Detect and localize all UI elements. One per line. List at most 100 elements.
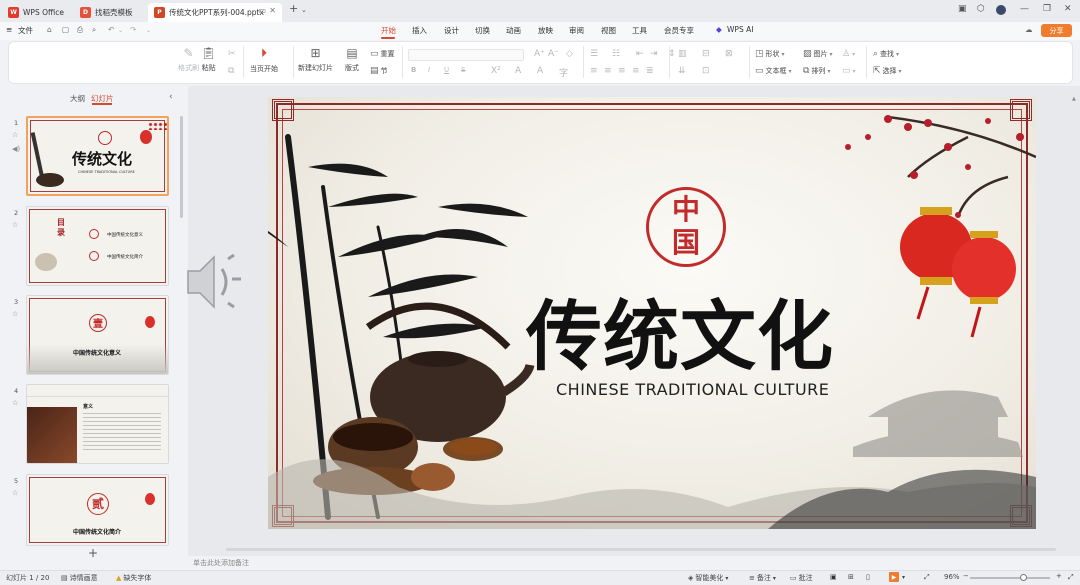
copy-icon[interactable]: ⧉ xyxy=(228,66,234,76)
reading-view-icon[interactable]: ▯ xyxy=(866,573,870,581)
redo-icon[interactable]: ↷ xyxy=(130,25,136,34)
outdent-icon[interactable]: ⇥ xyxy=(650,49,658,59)
slide-title[interactable]: 传统文化 xyxy=(526,275,866,385)
comments-toggle[interactable]: ▭ 批注 xyxy=(790,573,813,583)
star-icon[interactable]: ☆ xyxy=(12,221,18,229)
slide-thumbnail-3[interactable]: 壹 中国传统文化意义 xyxy=(26,295,169,375)
zoom-in-icon[interactable]: + xyxy=(1056,572,1062,580)
fill-icon[interactable]: ♙ ▾ xyxy=(842,49,855,59)
tab-outline[interactable]: 大纲 xyxy=(70,93,85,104)
tab-insert[interactable]: 插入 xyxy=(412,25,427,36)
share-button[interactable]: 分享 xyxy=(1041,24,1072,37)
indent-icon[interactable]: ⇤ xyxy=(636,49,644,59)
undo-dropdown-icon[interactable]: ⌄ xyxy=(118,27,123,34)
play-from-current-button[interactable]: ⏵ 当页开始 xyxy=(250,46,278,74)
format-painter-button[interactable]: ✎ 格式刷 xyxy=(178,46,199,73)
zoom-slider[interactable] xyxy=(970,577,1050,579)
slide-thumbnail-5[interactable]: 贰 中国传统文化简介 xyxy=(26,474,169,546)
quick-access-more-icon[interactable]: ⌄ xyxy=(146,27,151,34)
tab-member[interactable]: 会员专享 xyxy=(664,25,694,36)
window-layout-icon[interactable]: ▣ xyxy=(958,4,967,14)
new-tab-plus-icon[interactable]: + xyxy=(289,2,298,15)
star-icon[interactable]: ☆ xyxy=(12,131,18,139)
panel-scrollbar[interactable] xyxy=(180,116,183,218)
highlight-icon[interactable]: A xyxy=(537,66,543,76)
fullscreen-icon[interactable]: ⤢ xyxy=(1068,573,1074,582)
zoom-slider-handle[interactable] xyxy=(1020,574,1027,581)
cut-icon[interactable]: ✂ xyxy=(228,49,236,59)
hamburger-menu-icon[interactable]: ≡ xyxy=(6,25,12,34)
star-icon[interactable]: ☆ xyxy=(12,310,18,318)
undo-icon[interactable]: ↶ xyxy=(108,25,114,34)
open-folder-icon[interactable]: ▢ xyxy=(62,25,69,34)
slide-thumbnail-4[interactable]: 意义 xyxy=(26,384,169,464)
tab-animations[interactable]: 动画 xyxy=(506,25,521,36)
text-direction-icon[interactable]: ⇊ xyxy=(678,66,686,76)
columns-icon[interactable]: ▥ xyxy=(678,49,687,59)
find-button[interactable]: ⌕ 查找 ▾ xyxy=(873,49,899,59)
slideshow-play-icon[interactable]: ▶ xyxy=(889,572,899,582)
text-fit-icon[interactable]: ⊡ xyxy=(702,66,710,76)
slideshow-dropdown-icon[interactable]: ▾ xyxy=(902,574,905,581)
tab-list-chevron-icon[interactable]: ⌄ xyxy=(301,6,307,14)
underline-button[interactable]: U xyxy=(444,66,449,74)
font-family-select[interactable] xyxy=(408,49,524,61)
print-preview-icon[interactable]: ⌕ xyxy=(92,25,96,35)
normal-view-icon[interactable]: ▣ xyxy=(830,573,837,581)
close-tab-icon[interactable]: ✕ xyxy=(269,6,276,15)
character-spacing-icon[interactable]: 字 xyxy=(559,66,568,79)
convert-smartart-icon[interactable]: ⊠ xyxy=(725,49,733,59)
restore-window-icon[interactable]: ❐ xyxy=(1043,4,1051,14)
bullets-icon[interactable]: ☰ xyxy=(590,49,598,59)
font-shrink-icon[interactable]: A⁻ xyxy=(548,49,559,59)
close-window-icon[interactable]: ✕ xyxy=(1064,4,1072,14)
tab-design[interactable]: 设计 xyxy=(444,25,459,36)
arrange-button[interactable]: ⧉ 排列 ▾ xyxy=(803,66,830,76)
fit-slide-icon[interactable]: ⤢ xyxy=(924,573,930,582)
minimize-tab-icon[interactable]: ▭ xyxy=(258,6,266,15)
tab-wps-ai[interactable]: WPS AI xyxy=(727,25,753,34)
strikethrough-button[interactable]: S xyxy=(461,66,465,74)
tab-transitions[interactable]: 切换 xyxy=(475,25,490,36)
text-align-vertical-icon[interactable]: ⊟ xyxy=(702,49,710,59)
star-icon[interactable]: ☆ xyxy=(12,489,18,497)
print-icon[interactable]: ⎙ xyxy=(77,25,83,35)
add-slide-plus-icon[interactable]: + xyxy=(88,546,98,560)
collapse-panel-icon[interactable]: ‹ xyxy=(169,92,173,102)
font-color-icon[interactable]: A xyxy=(515,66,521,76)
new-slide-button[interactable]: ⊞ 新建幻灯片 xyxy=(298,46,333,73)
slide-thumbnail-1[interactable]: 传统文化 CHINESE TRADITIONAL CULTURE xyxy=(26,116,169,196)
speaker-audio-icon[interactable] xyxy=(186,249,246,315)
paste-button[interactable]: 📋︎ 粘贴 xyxy=(201,46,216,73)
slide-subtitle[interactable]: CHINESE TRADITIONAL CULTURE xyxy=(556,380,829,399)
zoom-level[interactable]: 96% xyxy=(944,573,960,581)
layout-button[interactable]: ▤ 版式 xyxy=(345,46,359,73)
picture-button[interactable]: ▨ 图片 ▾ xyxy=(803,49,833,59)
scroll-up-icon[interactable]: ▲ xyxy=(1072,96,1076,102)
tab-slideshow[interactable]: 放映 xyxy=(538,25,553,36)
bold-button[interactable]: B xyxy=(411,66,416,74)
distributed-icon[interactable]: ≣ xyxy=(646,66,654,76)
user-avatar[interactable] xyxy=(996,5,1006,15)
justify-icon[interactable]: ≡ xyxy=(632,66,640,76)
canvas-horizontal-scrollbar[interactable] xyxy=(226,548,1056,551)
tab-view[interactable]: 视图 xyxy=(601,25,616,36)
theme-button[interactable]: ▤ 诗情画意 xyxy=(61,573,98,583)
slide-thumbnail-2[interactable]: 目录 中国传统文化意义 中国传统文化简介 xyxy=(26,206,169,286)
tab-home[interactable]: 开始 xyxy=(381,25,396,36)
smart-beautify-button[interactable]: ◈ 智能美化 ▾ xyxy=(688,573,728,583)
tab-wps-office[interactable]: W WPS Office xyxy=(2,3,72,22)
italic-button[interactable]: I xyxy=(428,66,430,74)
clear-format-icon[interactable]: ◇ xyxy=(566,49,573,59)
home-icon[interactable]: ⌂ xyxy=(47,25,52,34)
cube-icon[interactable]: ⬡ xyxy=(977,4,985,14)
slide-sorter-icon[interactable]: ⊞ xyxy=(848,573,854,581)
align-left-icon[interactable]: ≡ xyxy=(590,66,598,76)
shape-button[interactable]: ◳ 形状 ▾ xyxy=(755,49,785,59)
superscript-icon[interactable]: X² xyxy=(491,66,501,76)
tab-tools[interactable]: 工具 xyxy=(632,25,647,36)
numbering-icon[interactable]: ☷ xyxy=(612,49,620,59)
reset-button[interactable]: ▭ 重置 xyxy=(370,49,395,59)
font-grow-icon[interactable]: A⁺ xyxy=(534,49,545,59)
cloud-sync-icon[interactable]: ☁ xyxy=(1025,25,1033,34)
